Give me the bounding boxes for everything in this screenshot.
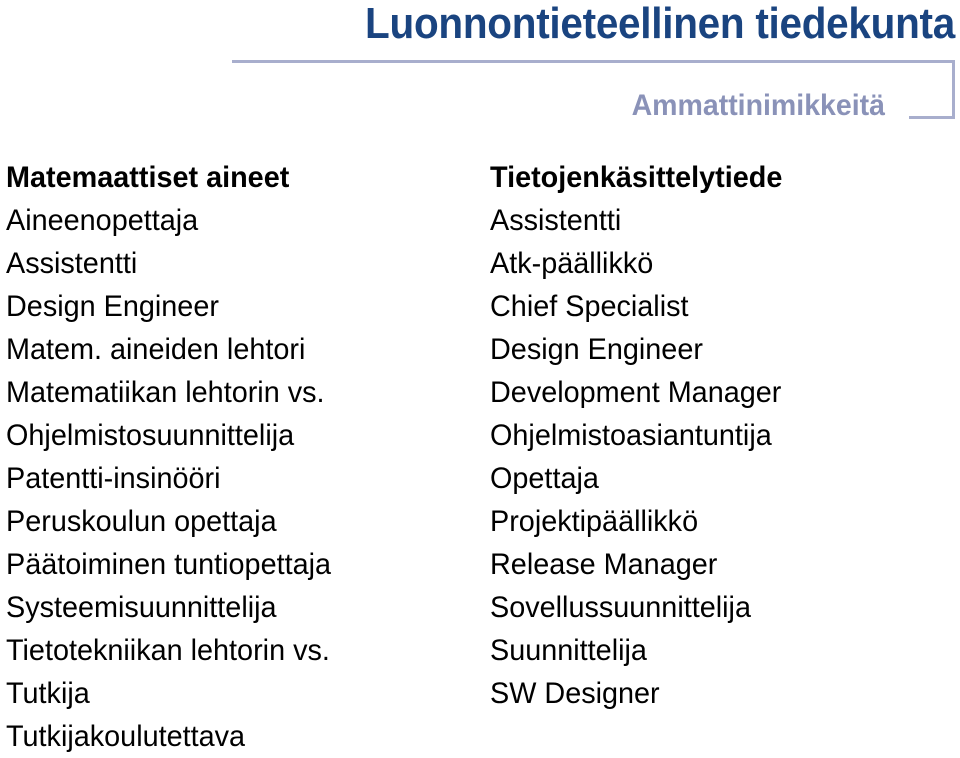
list-item: Matem. aineiden lehtori bbox=[6, 333, 306, 366]
list-item: Opettaja bbox=[490, 462, 599, 495]
column-matemaattiset-aineet: Matemaattiset aineet Aineenopettaja Assi… bbox=[6, 156, 476, 758]
list-item: Ohjelmistoasiantuntija bbox=[490, 419, 772, 452]
list-item: Suunnittelija bbox=[490, 634, 647, 667]
job-title-columns: Matemaattiset aineet Aineenopettaja Assi… bbox=[0, 156, 960, 753]
list-item: Peruskoulun opettaja bbox=[6, 505, 277, 538]
list-item: Design Engineer bbox=[6, 290, 219, 323]
list-item: Assistentti bbox=[490, 204, 622, 237]
frame-right-rule bbox=[952, 60, 955, 119]
list-item: Tutkijakoulutettava bbox=[6, 720, 246, 753]
column-heading-left: Matemaattiset aineet bbox=[6, 161, 290, 194]
frame-top-rule bbox=[232, 60, 955, 63]
list-item: Release Manager bbox=[490, 548, 718, 581]
column-tietojenkasittelytiede: Tietojenkäsittelytiede Assistentti Atk-p… bbox=[490, 156, 958, 715]
list-item: Atk-päällikkö bbox=[490, 247, 654, 280]
slide-canvas: Luonnontieteellinen tiedekunta Ammattini… bbox=[0, 0, 960, 753]
list-item: Päätoiminen tuntiopettaja bbox=[6, 548, 332, 581]
list-item: Tietotekniikan lehtorin vs. bbox=[6, 634, 330, 667]
list-item: Sovellussuunnittelija bbox=[490, 591, 751, 624]
page-subtitle: Ammattinimikkeitä bbox=[631, 89, 885, 122]
job-list-left: Matemaattiset aineet Aineenopettaja Assi… bbox=[6, 156, 476, 758]
list-item: Aineenopettaja bbox=[6, 204, 199, 237]
frame-bottom-rule bbox=[909, 116, 955, 119]
list-item: Tutkija bbox=[6, 677, 90, 710]
job-list-right: Tietojenkäsittelytiede Assistentti Atk-p… bbox=[490, 156, 958, 715]
column-heading-right: Tietojenkäsittelytiede bbox=[490, 161, 783, 194]
list-item: Design Engineer bbox=[490, 333, 703, 366]
list-item: Development Manager bbox=[490, 376, 782, 409]
page-title: Luonnontieteellinen tiedekunta bbox=[365, 0, 955, 48]
list-item: Assistentti bbox=[6, 247, 138, 280]
list-item: SW Designer bbox=[490, 677, 660, 710]
list-item: Patentti-insinööri bbox=[6, 462, 221, 495]
list-item: Matematiikan lehtorin vs. bbox=[6, 376, 325, 409]
list-item: Projektipäällikkö bbox=[490, 505, 699, 538]
list-item: Chief Specialist bbox=[490, 290, 689, 323]
list-item: Ohjelmistosuunnittelija bbox=[6, 419, 295, 452]
slide-header: Luonnontieteellinen tiedekunta Ammattini… bbox=[0, 0, 960, 140]
list-item: Systeemisuunnittelija bbox=[6, 591, 277, 624]
